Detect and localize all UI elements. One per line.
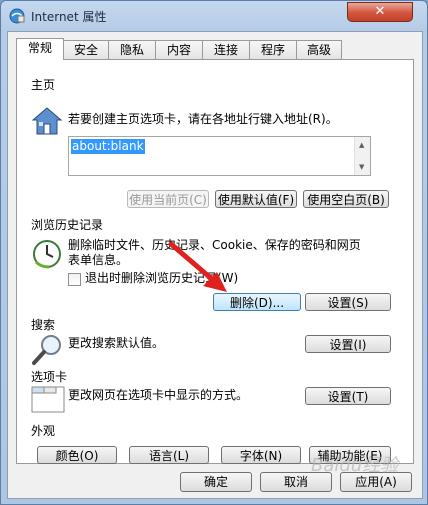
search-description: 更改搜索默认值。	[68, 336, 165, 350]
tabs-description: 更改网页在选项卡中显示的方式。	[68, 388, 249, 402]
scroll-up-arrow-icon[interactable]: ▲	[359, 141, 364, 149]
tab-advanced[interactable]: 高级	[296, 40, 342, 59]
scroll-down-arrow-icon[interactable]: ▼	[359, 163, 364, 171]
home-description: 若要创建主页选项卡，请在各地址行键入地址(R)。	[68, 112, 338, 126]
delete-on-exit-checkbox[interactable]	[68, 273, 81, 286]
close-button[interactable]: ✕	[347, 2, 413, 22]
general-tab-panel: 主页 若要创建主页选项卡，请在各地址行键入地址(R)。 about:blank …	[16, 59, 414, 464]
home-page-url-value[interactable]: about:blank	[71, 139, 145, 154]
history-settings-button[interactable]: 设置(S)	[305, 293, 391, 311]
search-section-title: 搜索	[31, 318, 56, 332]
tabs-section-title: 选项卡	[31, 370, 68, 384]
languages-button[interactable]: 语言(L)	[129, 446, 209, 464]
watermark-logo: Baidu经验	[311, 455, 399, 476]
tabs-settings-button[interactable]: 设置(T)	[305, 387, 391, 405]
tab-programs[interactable]: 程序	[249, 40, 297, 59]
ok-button[interactable]: 确定	[180, 472, 252, 492]
home-icon	[31, 107, 63, 135]
url-field-scrollbar[interactable]: ▲ ▼	[354, 137, 370, 175]
tab-security[interactable]: 安全	[63, 40, 109, 59]
history-clock-icon	[33, 240, 61, 269]
tab-connections[interactable]: 连接	[202, 40, 250, 59]
history-description-line2: 表单信息。	[68, 253, 129, 267]
tab-content[interactable]: 内容	[155, 40, 203, 59]
search-settings-button[interactable]: 设置(I)	[305, 335, 391, 353]
home-section-title: 主页	[31, 78, 56, 92]
tabs-window-icon	[31, 386, 65, 413]
home-page-url-field[interactable]: about:blank ▲ ▼	[68, 136, 371, 176]
title-bar[interactable]: Internet 属性 ✕	[1, 1, 427, 31]
tab-general[interactable]: 常规	[16, 38, 64, 60]
use-blank-button[interactable]: 使用空白页(B)	[303, 190, 389, 208]
use-default-button[interactable]: 使用默认值(F)	[215, 190, 297, 208]
history-section-title: 浏览历史记录	[31, 218, 104, 232]
window-title: Internet 属性	[31, 10, 107, 24]
use-current-button[interactable]: 使用当前页(C)	[127, 190, 209, 208]
tab-privacy[interactable]: 隐私	[108, 40, 156, 59]
colors-button[interactable]: 颜色(O)	[37, 446, 117, 464]
appearance-section-title: 外观	[31, 424, 56, 438]
fonts-button[interactable]: 字体(N)	[221, 446, 301, 464]
dialog-client: 常规 安全 隐私 内容 连接 程序 高级 主页 若要创建主页选项卡，请在各地址行…	[7, 31, 423, 499]
dialog-window: Internet 属性 ✕ 常规 安全 隐私 内容 连接 程序 高级 主页 若要…	[0, 0, 428, 505]
internet-options-icon	[9, 8, 25, 24]
search-magnifier-icon	[32, 335, 61, 365]
red-annotation-arrow-icon	[168, 241, 227, 292]
